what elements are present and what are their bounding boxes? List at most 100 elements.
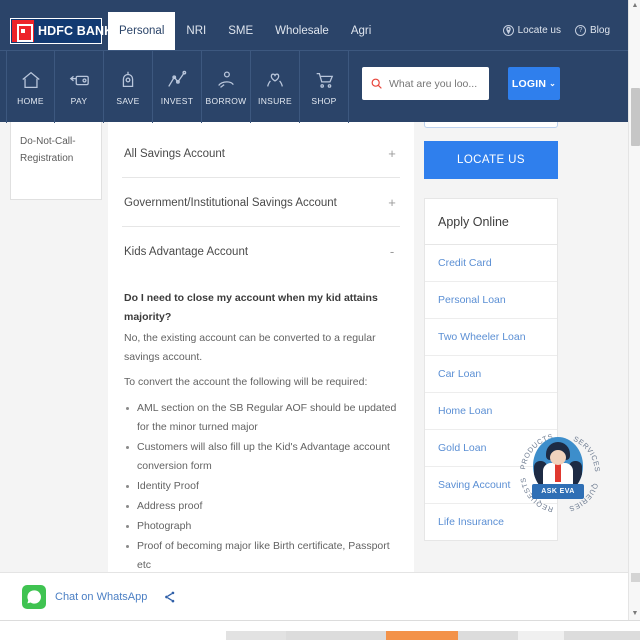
eva-face [550,450,566,465]
accordion-title-kids-advantage-account: Kids Advantage Account [124,245,249,258]
hdfc-logo-text: HDFC BANK [38,24,114,38]
faq-answer-1-line-1: No, the existing account can be converte… [124,332,376,364]
icon-nav-item-invest[interactable]: INVEST [153,51,202,123]
icon-nav-list: HOME PAY SAVE INVEST BORROW INSURE SHOP [6,51,349,123]
search-icon [370,77,383,90]
question-mark-icon: ? [574,25,586,36]
icon-nav-item-insure[interactable]: INSURE [251,51,300,123]
faq-answer-1-line-2: To convert the account the following wil… [124,376,368,389]
nav-tab-nri-label: NRI [186,25,207,37]
apply-link-credit-card[interactable]: Credit Card [425,245,557,282]
apply-link-personal-loan[interactable]: Personal Loan [425,282,557,319]
sidebar-item-do-not-call-registration[interactable]: Do-Not-Call-Registration [11,122,101,179]
os-taskbar [0,620,640,640]
header-utility-links: Locate us ? Blog [502,25,610,36]
icon-nav-item-shop[interactable]: SHOP [300,51,349,123]
list-item: Proof of becoming major like Birth certi… [124,537,398,572]
accordion-title-government-institutional-savings-account: Government/Institutional Savings Account [124,196,337,209]
vertical-scrollbar[interactable]: ▲ ▼ [628,0,640,620]
eva-tie [555,464,561,482]
list-item: Customers will also fill up the Kid's Ad… [124,438,398,476]
list-item: Photograph [124,517,398,536]
minus-icon: - [389,244,395,259]
home-icon [20,69,42,91]
apply-online-title: Apply Online [425,199,557,245]
invest-chart-icon [166,69,188,91]
icon-nav-label-save: SAVE [116,95,140,106]
shop-cart-icon [313,69,335,91]
taskbar-segment [226,631,286,640]
main-content-card: All Savings Account + Government/Institu… [108,122,414,572]
header-top-bar: HDFC BANK Personal NRI SME Wholesale Agr… [0,0,628,50]
scrollbar-track-marker [631,573,640,582]
nav-tab-wholesale-label: Wholesale [275,25,329,37]
left-sidebar: Do-Not-Call-Registration [10,122,102,200]
nav-tab-personal[interactable]: Personal [108,12,176,50]
scroll-up-arrow-icon[interactable]: ▲ [631,2,639,10]
ask-eva-widget[interactable]: PRODUCTS SERVICES QUERIES REQUESTS ASK E… [515,423,605,513]
icon-nav-item-home[interactable]: HOME [6,51,55,123]
blog-label: Blog [589,25,610,36]
insure-hands-icon [264,69,286,91]
accordion-title-all-savings-account: All Savings Account [124,147,226,160]
faq-question-1: Do I need to close my account when my ki… [124,292,378,324]
icon-nav-label-insure: INSURE [258,95,292,106]
taskbar-segment [458,631,518,640]
icon-nav-label-shop: SHOP [311,95,337,106]
list-item: Identity Proof [124,477,398,496]
hdfc-bank-logo[interactable]: HDFC BANK [10,18,113,44]
primary-nav-tabs: Personal NRI SME Wholesale Agri [108,12,382,50]
accordion-item-kids-advantage-account[interactable]: Kids Advantage Account - [122,227,400,275]
icon-nav-item-borrow[interactable]: BORROW [202,51,251,123]
browser-page: HDFC BANK Personal NRI SME Wholesale Agr… [0,0,640,640]
save-piggy-icon [117,69,139,91]
locate-us-button[interactable]: LOCATE US [424,141,558,179]
nav-tab-agri[interactable]: Agri [340,12,382,50]
nav-tab-nri[interactable]: NRI [175,12,217,50]
icon-nav-label-borrow: BORROW [205,95,247,106]
taskbar-segment [564,631,640,640]
icon-nav-item-pay[interactable]: PAY [55,51,104,123]
icon-nav-label-invest: INVEST [160,95,194,106]
borrow-hand-icon [215,69,237,91]
plus-icon: + [388,195,396,210]
apply-link-car-loan[interactable]: Car Loan [425,356,557,393]
chevron-down-icon: ⌄ [549,79,557,88]
nav-tab-agri-label: Agri [350,25,372,37]
scrollbar-thumb[interactable] [631,88,640,146]
login-button[interactable]: LOGIN ⌄ [508,67,560,100]
nav-tab-sme[interactable]: SME [217,12,264,50]
faq-accordion: All Savings Account + Government/Institu… [108,122,414,572]
apply-link-two-wheeler-loan[interactable]: Two Wheeler Loan [425,319,557,356]
nav-tab-sme-label: SME [228,25,254,37]
accordion-panel-kids-advantage-account: Do I need to close my account when my ki… [122,275,400,572]
accordion-item-government-institutional-savings-account[interactable]: Government/Institutional Savings Account… [122,178,400,227]
taskbar-segment [0,631,226,640]
taskbar-segment [518,631,564,640]
nav-tab-wholesale[interactable]: Wholesale [264,12,340,50]
icon-nav-item-save[interactable]: SAVE [104,51,153,123]
taskbar-segment [286,631,386,640]
site-header: HDFC BANK Personal NRI SME Wholesale Agr… [0,0,628,123]
hdfc-logo-mark-icon [12,20,34,42]
locate-us-label: Locate us [517,25,561,36]
whatsapp-label[interactable]: Chat on WhatsApp [55,591,147,603]
scroll-down-arrow-icon[interactable]: ▼ [631,610,639,618]
login-button-label: LOGIN [511,77,547,90]
blog-link[interactable]: ? Blog [574,25,610,36]
icon-nav-label-home: HOME [17,95,44,106]
whatsapp-icon[interactable] [22,584,46,609]
pay-card-icon [68,69,90,91]
accordion-item-all-savings-account[interactable]: All Savings Account + [122,122,400,178]
location-pin-icon [502,25,514,36]
locate-us-link[interactable]: Locate us [502,25,561,36]
faq-requirements-list: AML section on the SB Regular AOF should… [124,399,398,572]
plus-icon: + [388,146,396,161]
search-box[interactable] [362,67,489,100]
list-item: AML section on the SB Regular AOF should… [124,399,398,437]
share-icon[interactable] [163,590,177,604]
icon-nav-label-pay: PAY [70,95,88,106]
taskbar-active-segment[interactable] [386,631,458,640]
search-input[interactable] [389,77,481,90]
ask-eva-label[interactable]: ASK EVA [532,484,584,499]
